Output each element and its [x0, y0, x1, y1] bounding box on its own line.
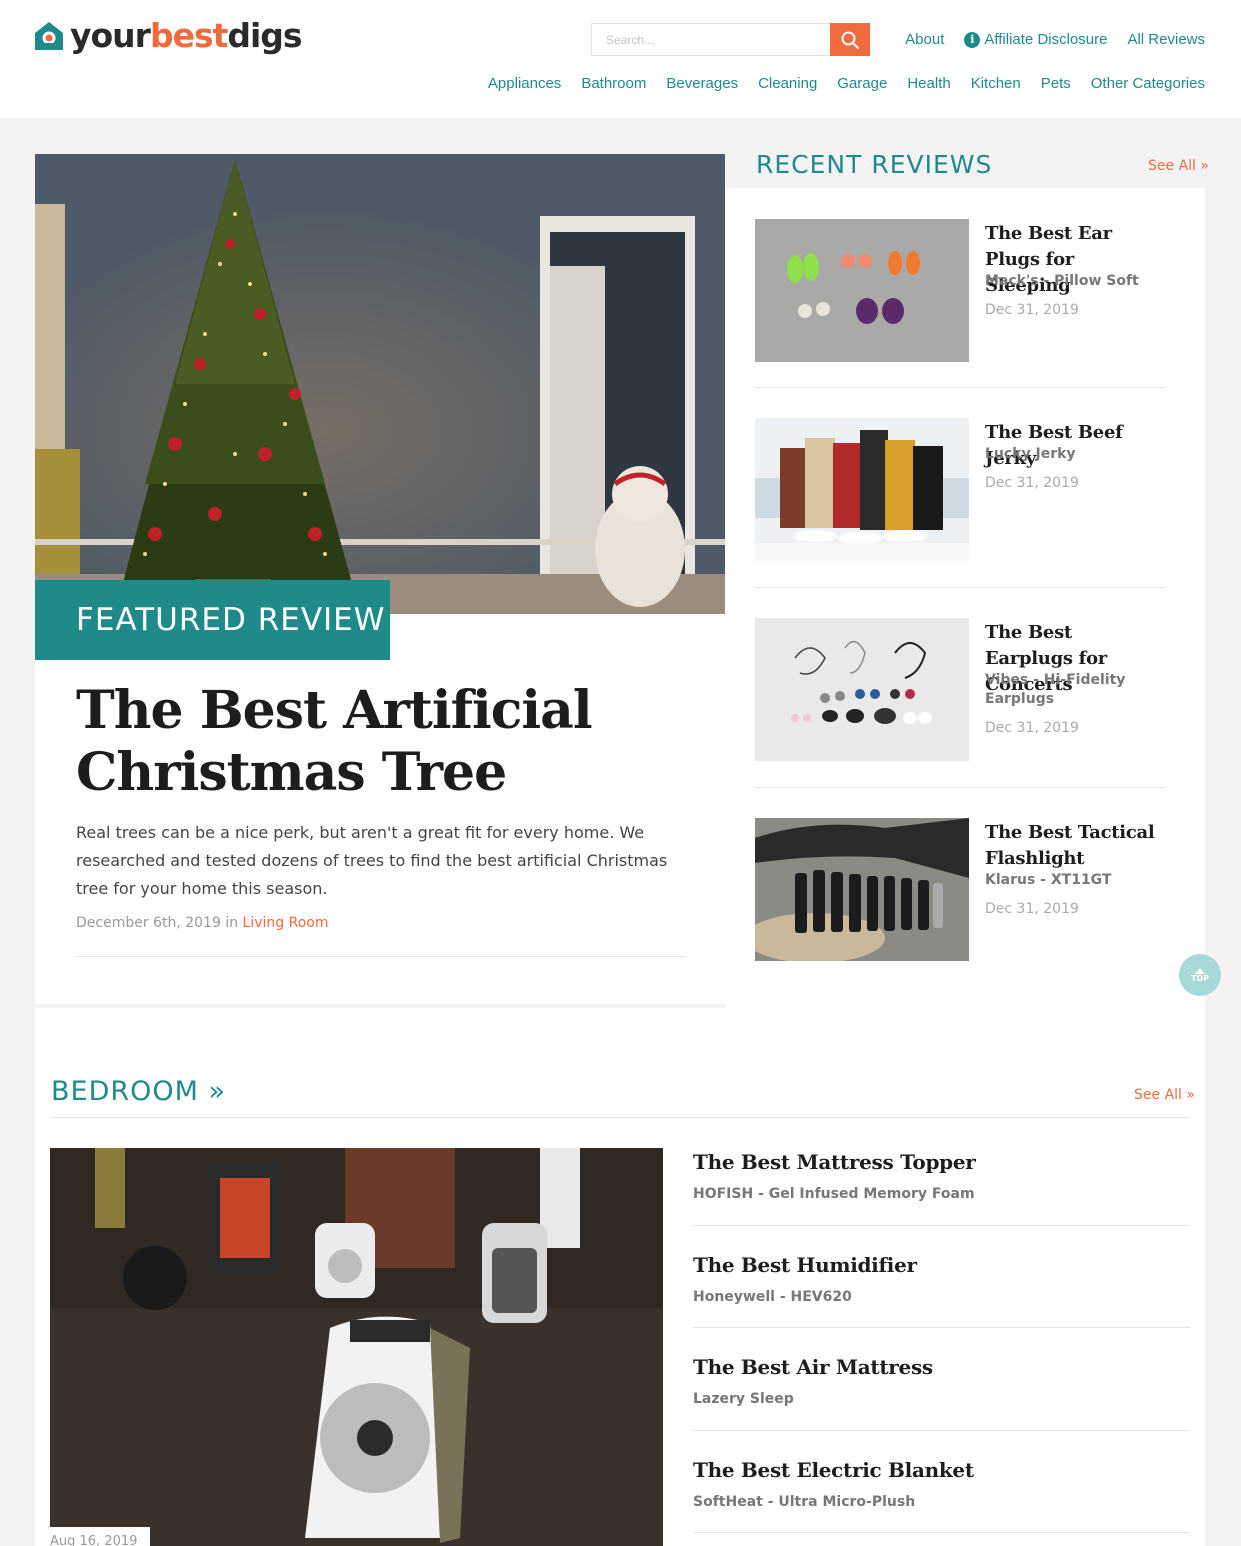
- affiliate-disclosure-label: Affiliate Disclosure: [984, 31, 1108, 48]
- bedroom-image-date: Aug 16, 2019: [50, 1527, 150, 1546]
- nav-appliances[interactable]: Appliances: [488, 74, 561, 94]
- review-thumbnail[interactable]: [755, 219, 969, 362]
- bedroom-item-product: SoftHeat - Ultra Micro-Plush: [693, 1494, 916, 1510]
- bedroom-list-item[interactable]: The Best Electric Blanket SoftHeat - Ult…: [693, 1456, 1190, 1510]
- category-nav: Appliances Bathroom Beverages Cleaning G…: [488, 74, 1205, 94]
- recent-reviews-see-all-link[interactable]: See All »: [1148, 158, 1209, 174]
- review-title[interactable]: The Best Tactical Flashlight: [985, 820, 1160, 872]
- featured-in-word: in: [225, 915, 239, 931]
- featured-title[interactable]: The Best Artificial Christmas Tree: [76, 680, 676, 804]
- bedroom-see-all-link[interactable]: See All »: [1134, 1087, 1195, 1103]
- bedroom-item-title[interactable]: The Best Mattress Topper: [693, 1148, 1190, 1176]
- nav-cleaning[interactable]: Cleaning: [758, 74, 817, 94]
- bedroom-divider: [51, 1117, 1190, 1118]
- featured-category-link[interactable]: Living Room: [243, 915, 329, 931]
- bedroom-list-item[interactable]: The Best Air Mattress Lazery Sleep: [693, 1353, 1190, 1407]
- search-input[interactable]: [591, 23, 830, 56]
- featured-image[interactable]: [35, 154, 725, 614]
- bedroom-item-divider: [693, 1532, 1190, 1533]
- logo-wordmark: yourbestdigs: [70, 16, 303, 55]
- bedroom-list-item[interactable]: The Best Mattress Topper HOFISH - Gel In…: [693, 1148, 1190, 1202]
- house-logo-icon: [34, 21, 64, 51]
- search-bar: [591, 23, 870, 56]
- affiliate-disclosure-link[interactable]: i Affiliate Disclosure: [964, 30, 1107, 50]
- bedroom-feature-image[interactable]: [50, 1148, 663, 1546]
- recent-review-item[interactable]: The Best Earplugs for Concerts Vibes - H…: [755, 618, 1165, 761]
- review-product: Vibes - Hi-Fidelity Earplugs: [985, 672, 1126, 707]
- featured-meta: December 6th, 2019 in Living Room: [76, 915, 328, 931]
- review-thumbnail[interactable]: [755, 418, 969, 561]
- review-date: Dec 31, 2019: [985, 475, 1079, 491]
- bedroom-item-product: Lazery Sleep: [693, 1391, 794, 1407]
- review-product: Mack's - Pillow Soft: [985, 273, 1139, 289]
- featured-description: Real trees can be a nice perk, but aren'…: [76, 823, 668, 898]
- review-divider: [755, 587, 1165, 588]
- review-thumbnail[interactable]: [755, 618, 969, 761]
- review-date: Dec 31, 2019: [985, 302, 1079, 318]
- review-thumbnail[interactable]: [755, 818, 969, 961]
- bedroom-item-divider: [693, 1327, 1190, 1328]
- nav-bathroom[interactable]: Bathroom: [581, 74, 646, 94]
- top-label: TOP: [1190, 973, 1210, 983]
- review-date: Dec 31, 2019: [985, 901, 1079, 917]
- nav-pets[interactable]: Pets: [1041, 74, 1071, 94]
- bedroom-item-product: HOFISH - Gel Infused Memory Foam: [693, 1186, 975, 1202]
- search-icon: [841, 31, 859, 49]
- site-header: yourbestdigs About iAffiliate Disclosure…: [0, 0, 1241, 118]
- review-product: Lucky Jerky: [985, 446, 1076, 462]
- featured-divider: [76, 956, 685, 957]
- about-link[interactable]: About: [905, 30, 944, 50]
- search-button[interactable]: [830, 23, 870, 56]
- nav-beverages[interactable]: Beverages: [666, 74, 738, 94]
- recent-review-item[interactable]: The Best Beef Jerky Lucky Jerky Dec 31, …: [755, 418, 1165, 561]
- bedroom-item-product: Honeywell - HEV620: [693, 1289, 852, 1305]
- review-divider: [755, 787, 1165, 788]
- bedroom-list-item[interactable]: The Best Humidifier Honeywell - HEV620: [693, 1251, 1190, 1305]
- bedroom-heading[interactable]: BEDROOM »: [51, 1076, 226, 1107]
- featured-review-badge: FEATURED REVIEW: [35, 580, 390, 660]
- review-product: Klarus - XT11GT: [985, 872, 1112, 888]
- bedroom-item-divider: [693, 1225, 1190, 1226]
- nav-health[interactable]: Health: [907, 74, 950, 94]
- top-links: About i Affiliate Disclosure All Reviews: [905, 30, 1205, 50]
- bedroom-item-divider: [693, 1430, 1190, 1431]
- site-logo[interactable]: yourbestdigs: [34, 16, 303, 56]
- info-icon: i: [964, 32, 981, 48]
- recent-review-item[interactable]: The Best Ear Plugs for Sleeping Mack's -…: [755, 219, 1165, 362]
- recent-reviews-heading: RECENT REVIEWS: [756, 150, 993, 179]
- nav-kitchen[interactable]: Kitchen: [971, 74, 1021, 94]
- nav-garage[interactable]: Garage: [837, 74, 887, 94]
- all-reviews-link[interactable]: All Reviews: [1127, 30, 1205, 50]
- bedroom-item-title[interactable]: The Best Electric Blanket: [693, 1456, 1190, 1484]
- bedroom-item-title[interactable]: The Best Air Mattress: [693, 1353, 1190, 1381]
- bedroom-item-title[interactable]: The Best Humidifier: [693, 1251, 1190, 1279]
- nav-other-categories[interactable]: Other Categories: [1091, 74, 1205, 94]
- review-divider: [755, 387, 1165, 388]
- scroll-to-top-button[interactable]: TOP: [1179, 954, 1221, 996]
- review-date: Dec 31, 2019: [985, 720, 1079, 736]
- recent-review-item[interactable]: The Best Tactical Flashlight Klarus - XT…: [755, 818, 1165, 961]
- featured-date: December 6th, 2019: [76, 915, 221, 931]
- featured-card: [35, 614, 725, 1004]
